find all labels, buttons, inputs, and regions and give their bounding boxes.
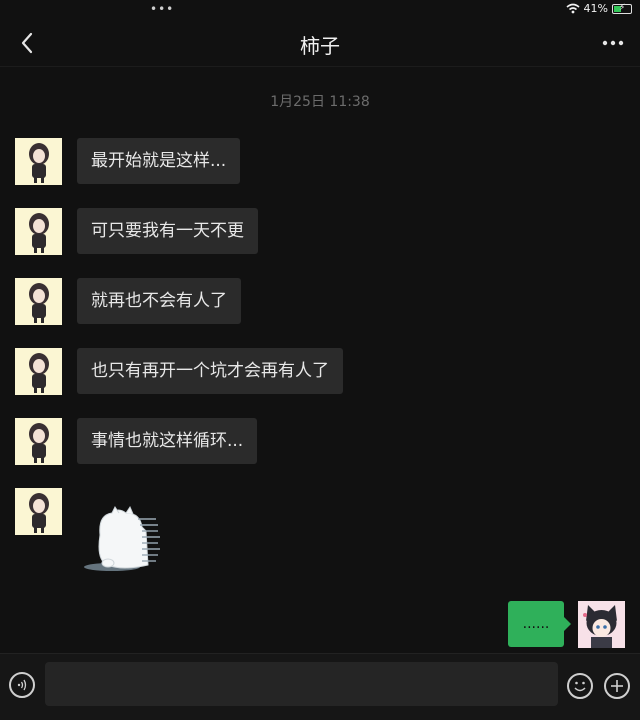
message-timestamp: 1月25日 11:38 <box>270 94 370 110</box>
more-horizontal-icon <box>602 40 624 46</box>
message-row <box>15 488 62 535</box>
message-bubble[interactable]: 就再也不会有人了 <box>77 278 241 324</box>
avatar[interactable] <box>15 348 62 395</box>
message-row-self: ...... <box>508 601 625 648</box>
message-row: 事情也就这样循环... <box>15 418 258 465</box>
battery-charging-icon: ⚡ <box>612 3 632 14</box>
more-options-button[interactable] <box>598 28 628 58</box>
cat-sticker[interactable] <box>82 505 162 575</box>
message-bubble[interactable]: 也只有再开一个坑才会再有人了 <box>77 348 343 394</box>
message-bubble-self[interactable]: ...... <box>508 601 571 647</box>
status-right: 41% ⚡ <box>566 2 632 15</box>
emoji-icon <box>574 681 586 692</box>
message-row: 可只要我有一天不更 <box>15 208 258 255</box>
avatar[interactable] <box>15 418 62 465</box>
self-avatar[interactable] <box>578 601 625 648</box>
message-bubble[interactable]: 可只要我有一天不更 <box>77 208 258 254</box>
message-row: 最开始就是这样... <box>15 138 241 185</box>
navigation-bar: 柿子 <box>0 20 640 67</box>
avatar[interactable] <box>15 138 62 185</box>
wifi-icon <box>566 3 580 14</box>
voice-icon <box>17 679 27 691</box>
plus-icon <box>611 680 623 692</box>
input-bar <box>0 653 640 720</box>
avatar[interactable] <box>15 278 62 325</box>
avatar[interactable] <box>15 208 62 255</box>
message-row: 也只有再开一个坑才会再有人了 <box>15 348 343 395</box>
message-row: 就再也不会有人了 <box>15 278 241 325</box>
more-functions-button[interactable] <box>604 673 630 699</box>
status-bar: ••• 41% ⚡ <box>0 0 640 20</box>
chat-title: 柿子 <box>300 34 340 58</box>
battery-percent: 41% <box>583 2 608 15</box>
message-bubble[interactable]: 事情也就这样循环... <box>77 418 258 464</box>
emoji-button[interactable] <box>567 673 593 699</box>
message-bubble[interactable]: 最开始就是这样... <box>77 138 241 184</box>
more-dots-icon: ••• <box>150 2 175 16</box>
message-input[interactable] <box>45 662 558 706</box>
avatar[interactable] <box>15 488 62 535</box>
voice-button[interactable] <box>9 672 35 698</box>
